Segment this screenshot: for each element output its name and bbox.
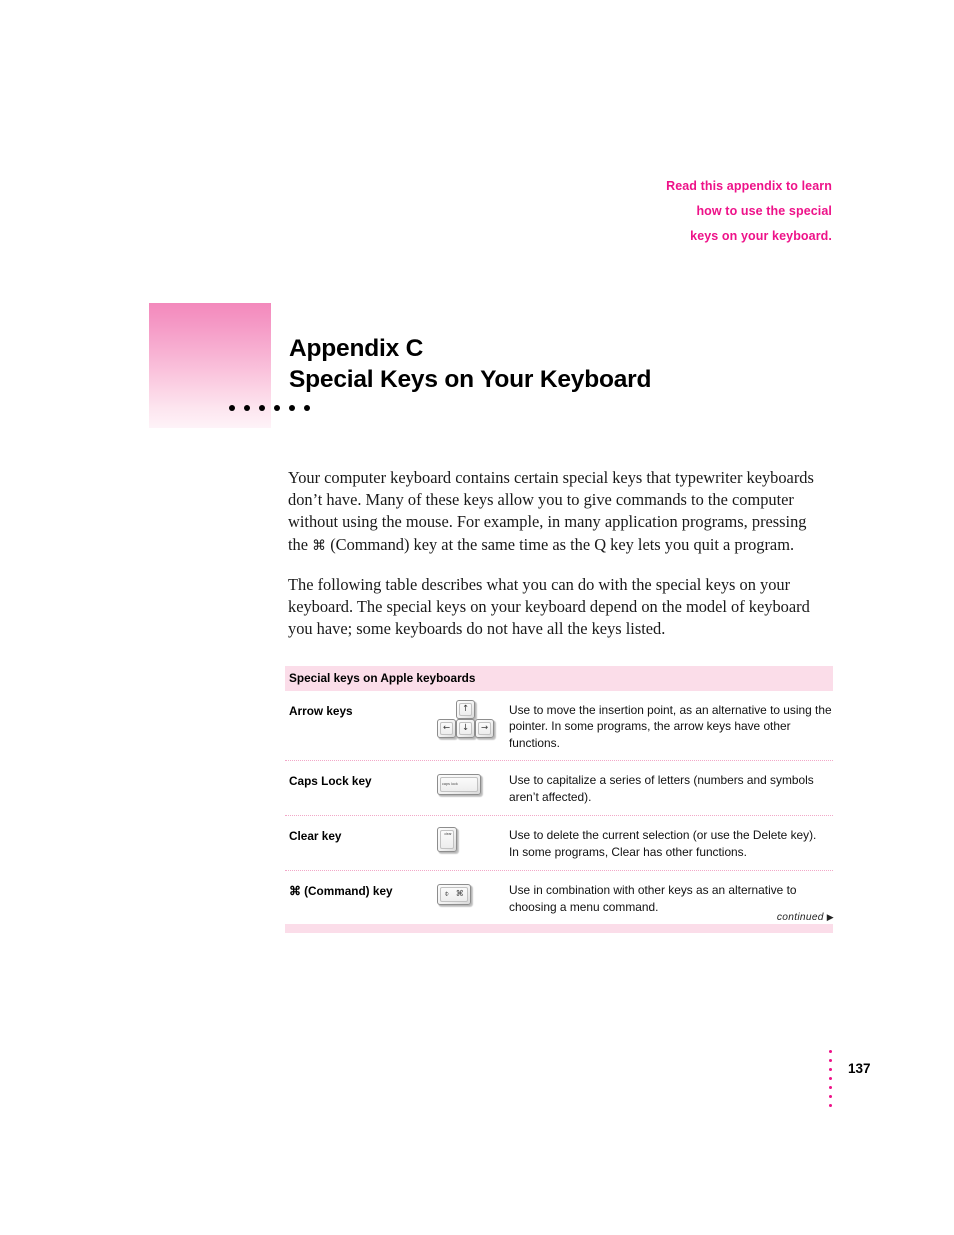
intro-note-line-2: how to use the special [696,204,832,218]
paragraph-1-text-b: (Command) key at the same time as the Q … [326,534,795,554]
key-description: Use in combination with other keys as an… [497,880,833,915]
folio-dot [829,1104,832,1107]
title-dot-rule [229,405,310,411]
title-dot [229,405,235,411]
intro-note-line-3: keys on your keyboard. [690,229,832,243]
command-symbol-icon: ⌘ [312,537,327,554]
title-dot [259,405,265,411]
title-dot [304,405,310,411]
key-name: Clear key [289,829,342,844]
folio-dot-rule [829,1050,832,1107]
folio-dot [829,1086,832,1089]
table-row: Clear key clear Use to delete the curren… [285,816,833,872]
key-name: Caps Lock key [289,774,372,789]
key-description-line: pointer. In some programs, the arrow key… [509,719,791,750]
table-bottom-band [285,924,833,934]
appendix-label: Appendix C [289,335,424,362]
folio-dot [829,1059,832,1062]
left-arrow-key-icon: ← [437,719,456,738]
continued-marker: continued ▶ [640,912,834,923]
folio-dot [829,1068,832,1071]
page-number: 137 [848,1061,871,1076]
key-illustration: ↑ ← ↓ → [429,700,497,738]
key-description: Use to capitalize a series of letters (n… [497,770,833,805]
key-illustration: caps lock [429,770,497,798]
up-arrow-key-icon: ↑ [456,700,475,719]
body-paragraph-1: Your computer keyboard contains certain … [288,467,828,557]
key-name: ⌘ (Command) key [289,884,393,899]
folio-dot [829,1050,832,1053]
body-paragraph-2: The following table describes what you c… [288,574,810,639]
key-description-line: aren’t affected). [509,789,592,804]
clear-keycap-label: clear [444,831,452,836]
command-glyph-icon: ⌘ [455,889,464,899]
key-description: Use to move the insertion point, as an a… [497,700,833,751]
folio-dot [829,1077,832,1080]
appendix-title: Special Keys on Your Keyboard [289,366,652,393]
folio-dot [829,1095,832,1098]
down-arrow-glyph: ↓ [461,723,470,734]
arrow-key-cluster-icon: ↑ ← ↓ → [437,700,494,738]
down-arrow-key-icon: ↓ [456,719,475,738]
key-illustration: ⌽ ⌘ [429,880,497,908]
caps-lock-key-icon: caps lock [437,773,481,795]
special-keys-table: Special keys on Apple keyboards Arrow ke… [285,666,833,934]
continued-arrow-icon: ▶ [826,912,834,922]
apple-logo-icon: ⌽ [444,889,450,899]
title-dot [244,405,250,411]
command-key-icon: ⌽ ⌘ [437,883,471,905]
table-header: Special keys on Apple keyboards [285,666,833,691]
key-description-line: Use to delete the current selection (or … [509,828,817,843]
right-arrow-key-icon: → [475,719,494,738]
intro-note-line-1: Read this appendix to learn [666,179,832,193]
appendix-intro-note: Read this appendix to learn how to use t… [530,174,832,249]
key-description: Use to delete the current selection (or … [497,825,833,860]
key-description-line: In some programs, Clear has other functi… [509,844,747,859]
title-dot [274,405,280,411]
left-arrow-glyph: ← [442,723,451,734]
caps-lock-keycap-label: caps lock [442,782,458,787]
key-name: Arrow keys [289,704,353,718]
table-row: Arrow keys ↑ ← ↓ → Use to move the inser… [285,691,833,762]
continued-label: continued [776,912,824,923]
body-copy: Your computer keyboard contains certain … [288,467,828,657]
key-description-line: Use to move the insertion point, as an a… [509,703,832,717]
key-description-line: Use to capitalize a series of letters (n… [509,773,814,788]
up-arrow-glyph: ↑ [461,704,470,715]
key-description-line: Use in combination with other keys as an… [509,883,797,898]
key-illustration: clear [429,825,497,853]
right-arrow-glyph: → [480,723,489,734]
page-title: Appendix C Special Keys on Your Keyboard [289,333,849,395]
title-dot [289,405,295,411]
table-row: Caps Lock key caps lock Use to capitaliz… [285,761,833,817]
clear-key-icon: clear [437,826,457,852]
